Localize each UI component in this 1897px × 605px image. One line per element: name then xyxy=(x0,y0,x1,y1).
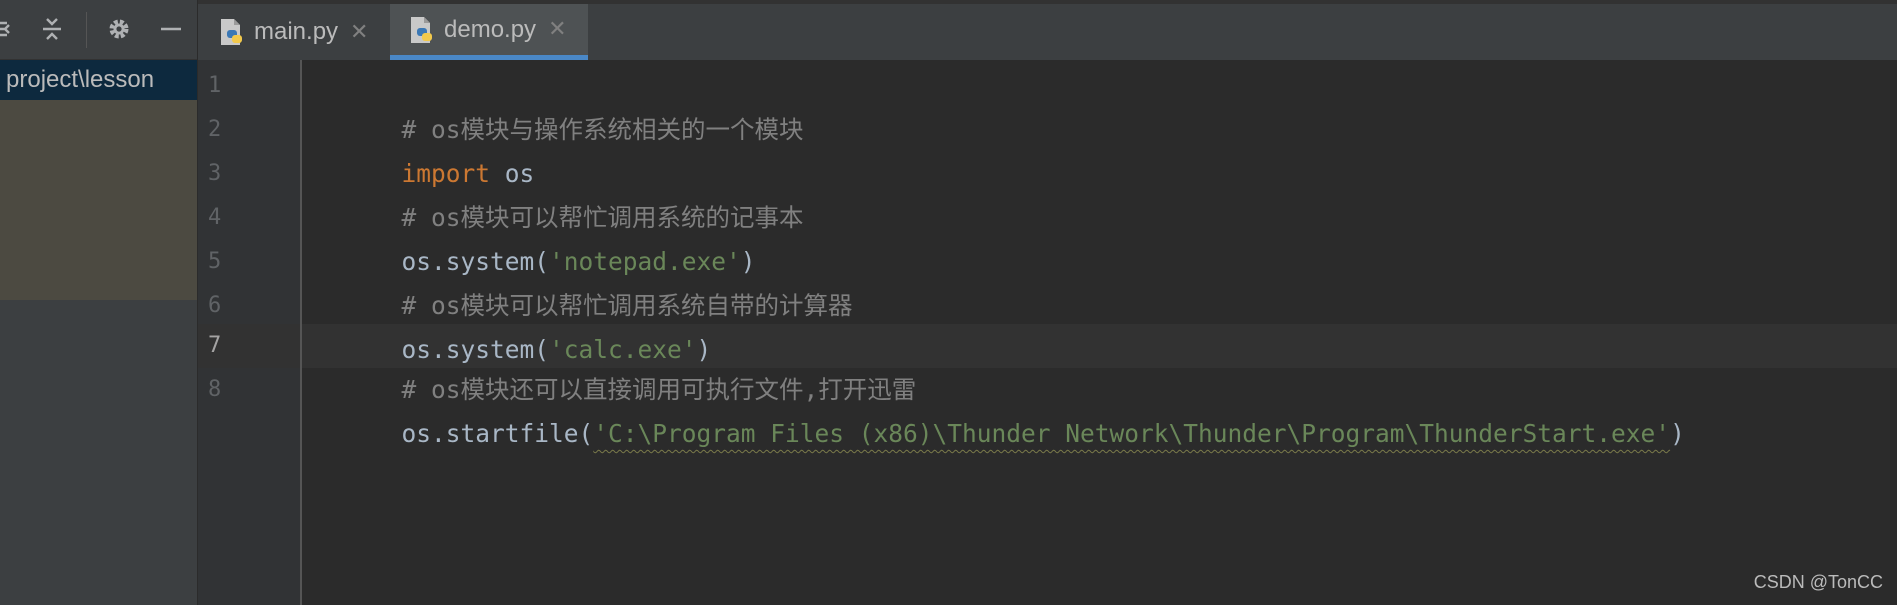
code-line-6[interactable]: os.system('calc.exe') xyxy=(313,284,712,364)
gear-icon[interactable] xyxy=(104,14,134,44)
toolbar-separator xyxy=(86,12,87,48)
string-token-with-warning: 'C:\Program Files (x86)\Thunder Network\… xyxy=(593,419,1671,448)
line-number: 6 xyxy=(208,293,222,318)
close-icon[interactable]: ✕ xyxy=(350,20,368,45)
code-line-7[interactable]: # os模块还可以直接调用可执行文件,打开迅雷 xyxy=(313,324,917,404)
line-number: 2 xyxy=(208,117,222,142)
close-icon[interactable]: ✕ xyxy=(548,17,566,42)
gutter-separator xyxy=(300,60,302,605)
project-path-item[interactable]: project\lesson xyxy=(0,60,197,100)
collapse-all-icon[interactable] xyxy=(37,14,67,44)
code-line-8[interactable]: os.startfile('C:\Program Files (x86)\Thu… xyxy=(313,368,1685,448)
tab-main-py[interactable]: main.py ✕ xyxy=(218,4,388,60)
minimize-icon[interactable] xyxy=(156,14,186,44)
python-file-icon xyxy=(218,17,246,47)
tab-demo-py[interactable]: demo.py ✕ xyxy=(390,4,588,60)
project-tree-selection[interactable] xyxy=(0,100,197,300)
code-line-4[interactable]: os.system('notepad.exe') xyxy=(313,196,756,276)
line-number: 5 xyxy=(208,249,222,274)
code-line-3[interactable]: # os模块可以帮忙调用系统的记事本 xyxy=(313,152,804,232)
call-token: os.startfile( xyxy=(401,419,594,448)
editor-tab-bar: main.py ✕ demo.py ✕ xyxy=(198,0,1897,60)
line-number: 3 xyxy=(208,161,222,186)
line-number: 4 xyxy=(208,205,222,230)
tab-label: demo.py xyxy=(444,15,537,43)
python-file-icon xyxy=(408,15,436,45)
paren-token: ) xyxy=(1670,419,1685,448)
line-number: 8 xyxy=(208,377,222,402)
project-panel: project\lesson xyxy=(0,60,197,605)
code-line-1[interactable]: # os模块与操作系统相关的一个模块 xyxy=(313,64,804,144)
code-line-2[interactable]: import os xyxy=(313,108,535,188)
expand-all-icon[interactable] xyxy=(0,14,22,44)
tab-label: main.py xyxy=(254,18,339,45)
ide-window: project\lesson main.py ✕ demo.py ✕ 1 2 3… xyxy=(0,0,1897,605)
project-toolbar xyxy=(0,0,197,60)
watermark: CSDN @TonCC xyxy=(1753,572,1883,592)
code-editor[interactable]: 1 2 3 4 5 6 7 8 7 # os模块与操作系统相关的一个模块 imp… xyxy=(198,60,1897,605)
line-number: 1 xyxy=(208,73,222,98)
current-line-number: 7 xyxy=(208,333,222,358)
code-line-5[interactable]: # os模块可以帮忙调用系统自带的计算器 xyxy=(313,240,853,320)
